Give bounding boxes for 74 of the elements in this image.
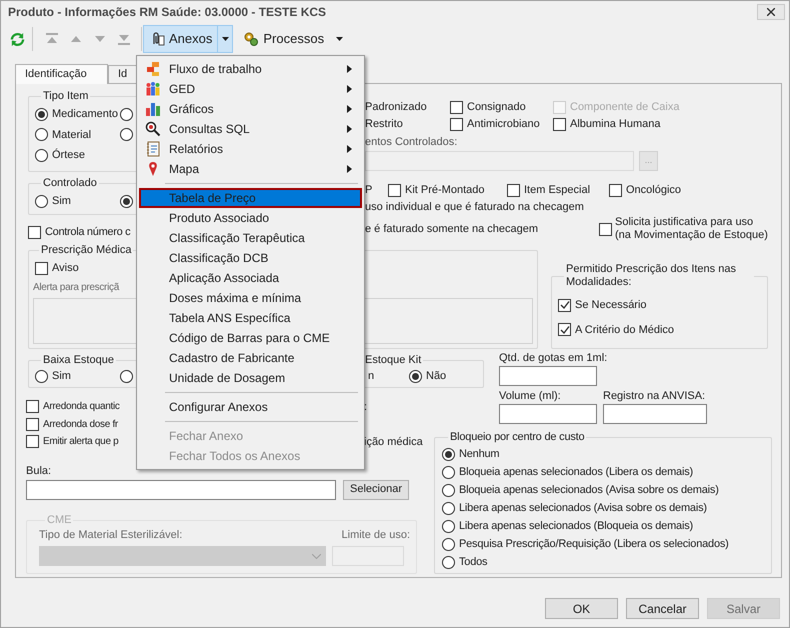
field-label: Volume (ml): [499,389,562,404]
radio-label: Sim [52,369,71,384]
menu-item[interactable]: Código de Barras para o CME [139,328,362,348]
menu-item[interactable]: Cadastro de Fabricante [139,348,362,368]
radio-label: Bloqueia apenas selecionados (Avisa sobre os demais) [459,482,719,498]
radio-label: Órtese [52,148,86,163]
checkbox-label: A Critério do Médico [575,322,674,338]
dialog-button[interactable]: Cancelar [626,598,699,619]
group-title: Controlado [42,177,98,190]
field-label: Qtd. de gotas em 1ml: [499,351,608,365]
radio-label: Nenhum [459,446,500,462]
radio-label: Material [52,128,92,142]
group-title: Tipo Item [42,90,90,103]
checkbox-label: Kit Pré-Montado [405,182,484,198]
menu-item[interactable]: Mapa [139,159,362,179]
radio-label: Não [426,369,446,384]
menu-item[interactable]: Consultas SQL [139,119,362,139]
checkbox-label: Albumina Humana [570,116,660,132]
menu-item[interactable]: Produto Associado [139,208,362,228]
label-fragment: uso individual e que é faturado na checagem [365,200,584,215]
checkbox-label: Controla número c [45,225,130,240]
dialog-button[interactable]: OK [545,598,618,619]
window-title: Produto - Informações RM Saúde: 03.0000 - TESTE KCS [8,4,326,21]
menu-item[interactable]: Configurar Anexos [139,397,362,417]
radio-label: Sim [52,194,71,209]
field-label: Bula: [26,464,52,476]
radio-label: Pesquisa Prescrição/Requisição (Libera os selecionados) [459,536,729,552]
menu-item[interactable]: Unidade de Dosagem [139,368,362,388]
label-fragment: Padronizado [365,100,428,115]
group-title: Bloqueio por centro de custo [449,431,586,444]
group-title: CME [46,514,72,526]
menu-item[interactable]: Relatórios [139,139,362,159]
select-button[interactable]: Selecionar [343,480,409,500]
radio-label: Bloqueia apenas selecionados (Libera os demais) [459,464,693,480]
checkbox-label: Componente de Caixa [570,100,680,115]
checkbox-label: Arredonda dose fr [43,418,118,432]
checkbox-label: Aviso [52,261,79,276]
checkbox-label: Consignado [467,100,526,115]
field-label: Tipo de Material Esterilizável: [39,528,182,542]
menu-item[interactable]: Tabela de Preço [139,188,362,208]
label-fragment: Restrito [365,116,404,132]
checkbox-label: Oncológico [626,182,682,198]
radio-label: Medicamento [52,107,118,122]
menu-item[interactable]: Doses máxima e mínima [139,288,362,308]
checkbox-label: Solicita justificativa para uso [615,216,754,229]
radio-label: Libera apenas selecionados (Avisa sobre os demais) [459,500,707,516]
label-fragment: n [368,370,374,382]
menu-item[interactable]: Classificação DCB [139,248,362,268]
attachments-button[interactable]: Anexos [143,25,218,53]
checkbox-label: Se Necessário [575,298,647,313]
checkbox-label: Arredonda quantic [43,400,120,414]
group-title: Baixa Estoque [42,354,115,367]
group-title: Estoque Kit [364,354,422,367]
group-title: Prescrição Médica [40,244,132,257]
radio-label: Todos [459,554,488,570]
checkbox-label: Emitir alerta que p [43,435,118,450]
checkbox-label: (na Movimentação de Estoque) [615,229,768,242]
menu-item[interactable]: Gráficos [139,99,362,119]
field-label: Limite de uso: [342,528,410,542]
processes-button[interactable]: Processos [241,25,346,53]
checkbox-label: Item Especial [524,182,590,198]
checkbox-label: Antimicrobiano [467,116,540,132]
label-fragment: e é faturado somente na checagem [365,222,540,237]
radio-label: Libera apenas selecionados (Bloqueia os demais) [459,518,693,534]
menu-item[interactable]: Tabela ANS Específica [139,308,362,328]
menu-item[interactable]: Classificação Terapêutica [139,228,362,248]
field-label: Alerta para prescriçã [33,280,119,294]
menu-item[interactable]: Aplicação Associada [139,268,362,288]
field-label: entos Controlados: [365,134,458,150]
label-fragment: P [365,182,374,198]
tab[interactable]: Identificação [15,64,108,84]
field-label: Registro na ANVISA: [603,389,706,404]
label-fragment: : [364,400,368,414]
group-title: Permitido Prescrição dos Itens nas Modalidades: [565,263,737,289]
